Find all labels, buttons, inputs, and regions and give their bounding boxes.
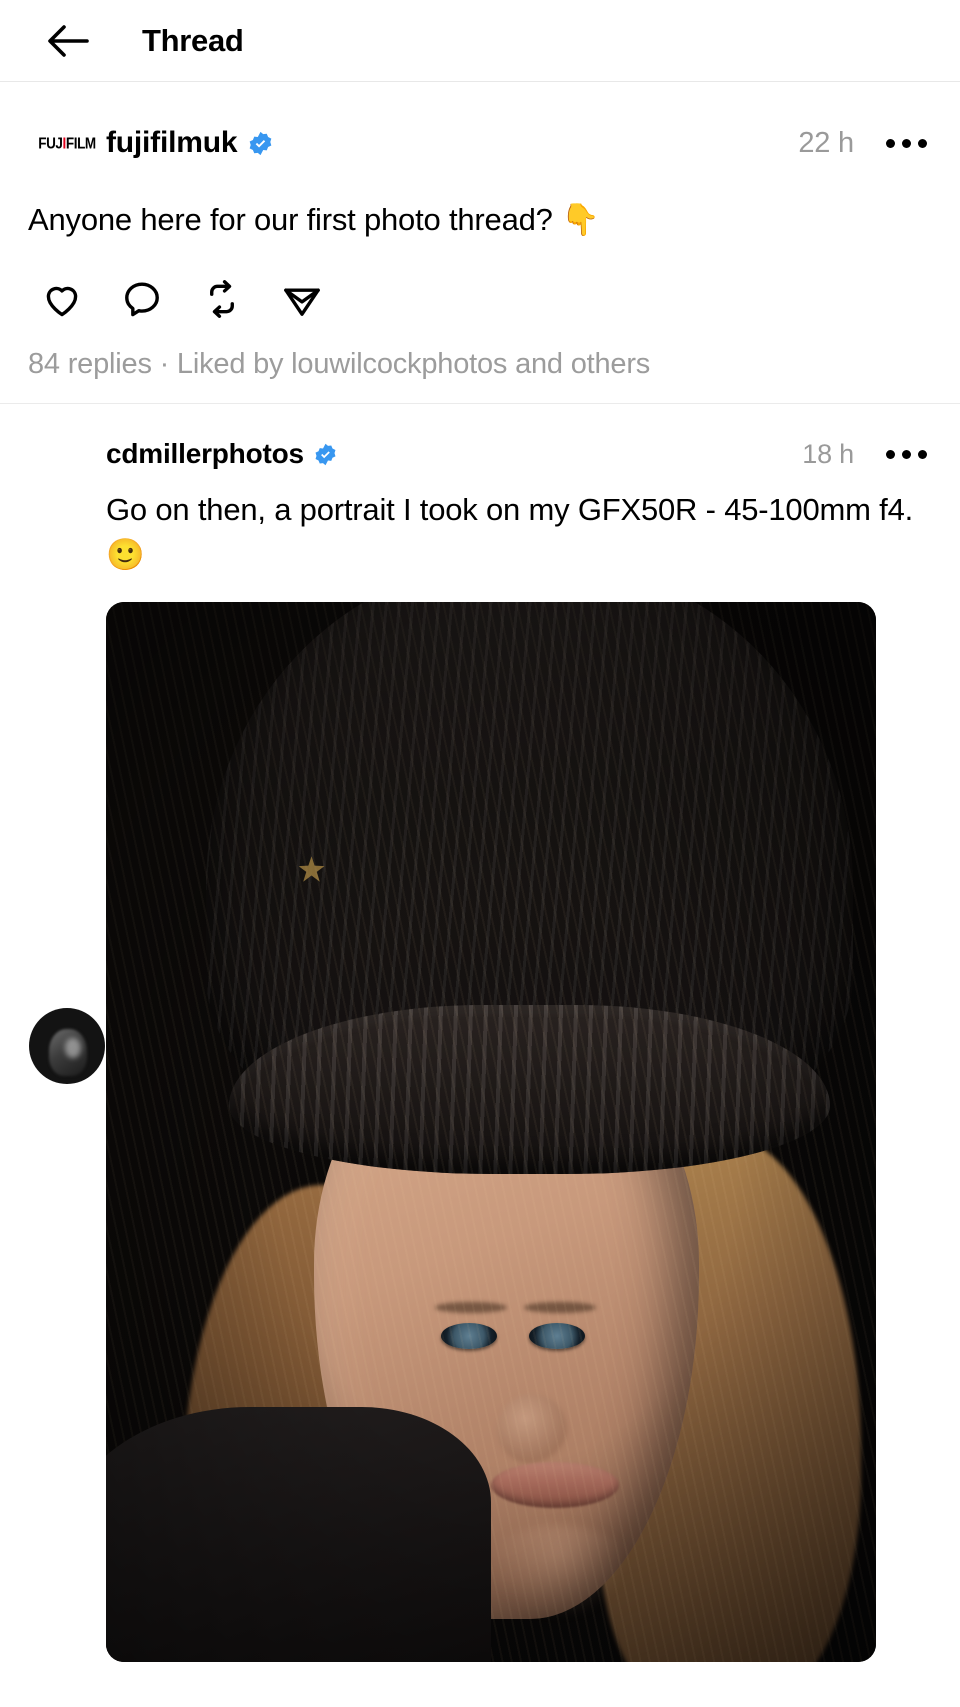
more-dot-icon (901, 138, 911, 148)
reply-text-line-1: Go on then, a portrait I took on my GFX5… (106, 492, 716, 528)
verified-badge-icon (315, 443, 336, 465)
more-dot-icon (885, 449, 895, 459)
paper-plane-icon (284, 288, 320, 316)
pointing-down-emoji: 👇 (561, 202, 600, 238)
post-username[interactable]: fujifilmuk (106, 126, 238, 160)
post-meta[interactable]: 84 replies · Liked by louwilcockphotos a… (28, 348, 932, 381)
reply-text: Go on then, a portrait I took on my GFX5… (106, 488, 932, 578)
reply-timestamp: 18 h (802, 438, 854, 469)
post-header: FUJIFILM fujifilmuk 22 h (28, 112, 932, 174)
share-button[interactable] (262, 268, 342, 330)
reply-header: cdmillerphotos 18 h (106, 430, 932, 478)
avatar-fujifilm[interactable]: FUJIFILM (28, 134, 106, 152)
post-text: Anyone here for our first photo thread? … (28, 198, 932, 242)
like-button[interactable] (22, 268, 102, 330)
slightly-smiling-face-emoji: 🙂 (106, 536, 145, 573)
back-button[interactable] (36, 9, 100, 73)
root-post: FUJIFILM fujifilmuk 22 h Anyone here for… (0, 82, 960, 405)
reply-button[interactable] (102, 268, 182, 330)
photo-vignette (106, 601, 876, 1662)
verified-badge-icon (250, 131, 272, 155)
avatar-highlight (65, 1038, 81, 1059)
thread-screen: Thread FUJIFILM fujifilmuk 22 h Anyone h… (0, 0, 960, 1707)
post-more-button[interactable] (880, 121, 932, 165)
repost-button[interactable] (182, 268, 262, 330)
post-text-content: Anyone here for our first photo thread? (28, 202, 562, 237)
fujifilm-logo-icon: FUJIFILM (38, 134, 96, 152)
repost-icon (210, 280, 234, 318)
reply-more-button[interactable] (880, 432, 932, 476)
attached-photo[interactable] (106, 601, 876, 1662)
reply-attachment[interactable] (106, 601, 932, 1662)
more-dot-icon (885, 138, 895, 148)
reply-username[interactable]: cdmillerphotos (106, 438, 304, 470)
reply-post: cdmillerphotos 18 h Go on then, a portra… (0, 404, 960, 1662)
more-dot-icon (917, 138, 927, 148)
avatar-image (29, 1007, 105, 1084)
more-dot-icon (901, 449, 911, 459)
post-action-bar (22, 268, 932, 330)
reply-text-line-2: 45-100mm f4. (724, 492, 914, 528)
more-dot-icon (917, 449, 927, 459)
back-arrow-icon (48, 24, 89, 57)
page-title: Thread (142, 22, 244, 58)
post-timestamp: 22 h (798, 126, 854, 159)
avatar-cdmillerphotos[interactable] (28, 430, 106, 1662)
comment-icon (125, 282, 159, 317)
heart-icon (46, 286, 78, 317)
app-header: Thread (0, 0, 960, 82)
